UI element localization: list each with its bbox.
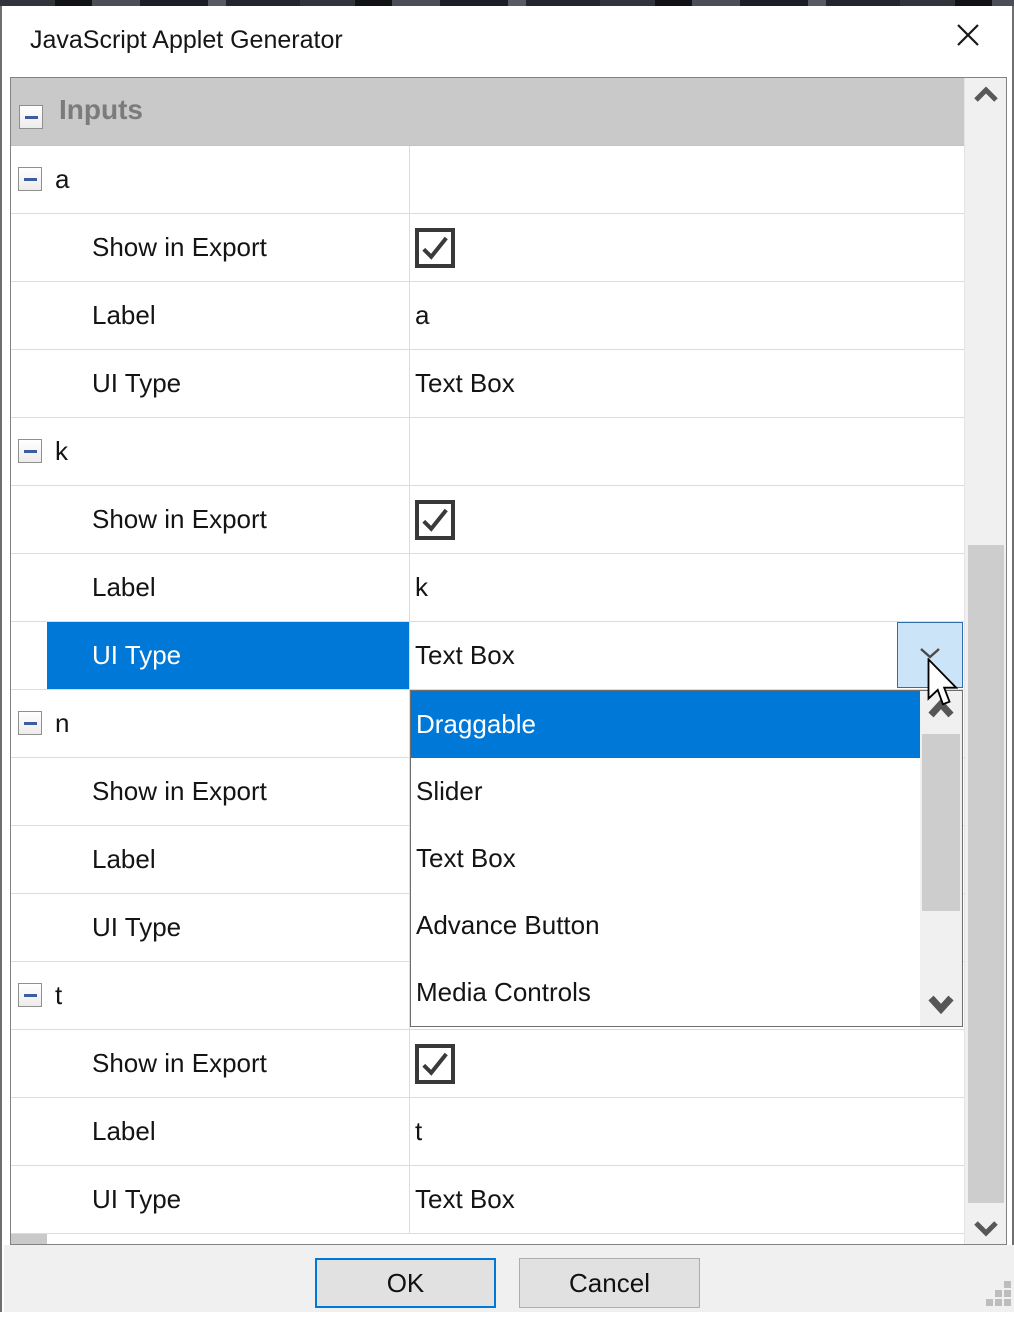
row-gutter (11, 826, 47, 893)
dropdown-item-media-controls[interactable]: Media Controls (411, 959, 920, 1026)
property-label: Label (47, 1098, 410, 1165)
check-icon (420, 505, 450, 535)
scroll-down-icon[interactable] (973, 1219, 999, 1237)
row-gutter (11, 486, 47, 553)
group-label: t (47, 962, 410, 1029)
prop-row-show-in-export[interactable]: Show in Export (11, 486, 964, 554)
row-gutter (11, 1098, 47, 1165)
group-row-k[interactable]: k (11, 418, 964, 486)
group-row-a[interactable]: a (11, 146, 964, 214)
minus-icon (24, 994, 37, 997)
check-icon (420, 233, 450, 263)
property-grid: Inputs a Show in Export Labe (10, 77, 1007, 1245)
row-gutter (11, 554, 47, 621)
category-header-inputs[interactable]: Inputs (11, 78, 964, 146)
property-label: UI Type (47, 894, 410, 961)
checkbox-checked[interactable] (415, 500, 455, 540)
property-label: Label (47, 554, 410, 621)
prop-row-ui-type[interactable]: UI Type Text Box (11, 350, 964, 418)
dropdown-scrollbar[interactable] (920, 691, 962, 1026)
category-label: Inputs (59, 94, 143, 126)
value-cell[interactable]: Text Box (410, 350, 964, 417)
row-gutter (11, 282, 47, 349)
ok-button[interactable]: OK (315, 1258, 496, 1308)
check-icon (420, 1049, 450, 1079)
dialog-window: JavaScript Applet Generator Inputs a (0, 6, 1014, 1312)
prop-row-show-in-export[interactable]: Show in Export (11, 214, 964, 282)
row-gutter (11, 146, 47, 213)
value-cell[interactable] (410, 486, 964, 553)
row-gutter (11, 1166, 47, 1233)
mouse-cursor-icon (927, 658, 958, 707)
checkbox-checked[interactable] (415, 1044, 455, 1084)
group-label: a (47, 146, 410, 213)
row-gutter (11, 758, 47, 825)
scrollbar-thumb[interactable] (922, 734, 960, 911)
row-gutter (11, 894, 47, 961)
property-label: Show in Export (47, 486, 410, 553)
dropdown-item-advance-button[interactable]: Advance Button (411, 892, 920, 959)
property-label: UI Type (47, 1166, 410, 1233)
property-label: UI Type (47, 622, 410, 689)
minus-icon (24, 178, 37, 181)
resize-grip[interactable] (986, 1281, 1012, 1307)
collapse-button[interactable] (18, 439, 42, 463)
minus-icon (25, 116, 38, 119)
scroll-down-icon[interactable] (928, 994, 954, 1014)
row-gutter (11, 214, 47, 281)
value-cell[interactable] (410, 418, 964, 485)
row-gutter (11, 1030, 47, 1097)
prop-row-label[interactable]: Label k (11, 554, 964, 622)
group-label: k (47, 418, 410, 485)
collapse-button[interactable] (19, 105, 43, 129)
button-bar (4, 1245, 1014, 1312)
row-gutter (11, 690, 47, 757)
collapse-button[interactable] (18, 983, 42, 1007)
property-label: Label (47, 826, 410, 893)
screen: JavaScript Applet Generator Inputs a (0, 0, 1014, 1320)
minus-icon (24, 722, 37, 725)
group-label: n (47, 690, 410, 757)
row-gutter (11, 350, 47, 417)
prop-row-ui-type-selected[interactable]: UI Type Text Box (11, 622, 964, 690)
prop-row-label[interactable]: Label a (11, 282, 964, 350)
prop-row-show-in-export[interactable]: Show in Export (11, 1030, 964, 1098)
property-label: Show in Export (47, 758, 410, 825)
prop-row-ui-type[interactable]: UI Type Text Box (11, 1166, 964, 1234)
value-cell[interactable]: t (410, 1098, 964, 1165)
minus-icon (24, 450, 37, 453)
dropdown-item-draggable[interactable]: Draggable (411, 691, 920, 758)
prop-row-label[interactable]: Label t (11, 1098, 964, 1166)
value-cell[interactable] (410, 1030, 964, 1097)
value-cell[interactable]: k (410, 554, 964, 621)
property-label: Show in Export (47, 214, 410, 281)
value-cell[interactable]: Text Box (410, 1166, 964, 1233)
value-cell[interactable] (410, 214, 964, 281)
row-gutter (11, 622, 47, 689)
property-label: Show in Export (47, 1030, 410, 1097)
collapse-button[interactable] (18, 167, 42, 191)
value-cell[interactable]: a (410, 282, 964, 349)
property-label: Label (47, 282, 410, 349)
value-cell[interactable]: Text Box (410, 622, 964, 689)
scroll-up-icon[interactable] (973, 86, 999, 104)
row-gutter (11, 962, 47, 1029)
window-title: JavaScript Applet Generator (30, 26, 343, 55)
dropdown-item-text-box[interactable]: Text Box (411, 825, 920, 892)
dropdown-item-slider[interactable]: Slider (411, 758, 920, 825)
row-gutter (11, 418, 47, 485)
value-cell[interactable] (410, 146, 964, 213)
cancel-button[interactable]: Cancel (519, 1258, 700, 1308)
collapse-button[interactable] (18, 711, 42, 735)
ui-type-dropdown-list: Draggable Slider Text Box Advance Button… (410, 690, 963, 1027)
checkbox-checked[interactable] (415, 228, 455, 268)
grid-vertical-scrollbar[interactable] (964, 78, 1006, 1244)
close-icon[interactable] (954, 21, 982, 49)
property-label: UI Type (47, 350, 410, 417)
scrollbar-thumb[interactable] (968, 545, 1004, 1203)
